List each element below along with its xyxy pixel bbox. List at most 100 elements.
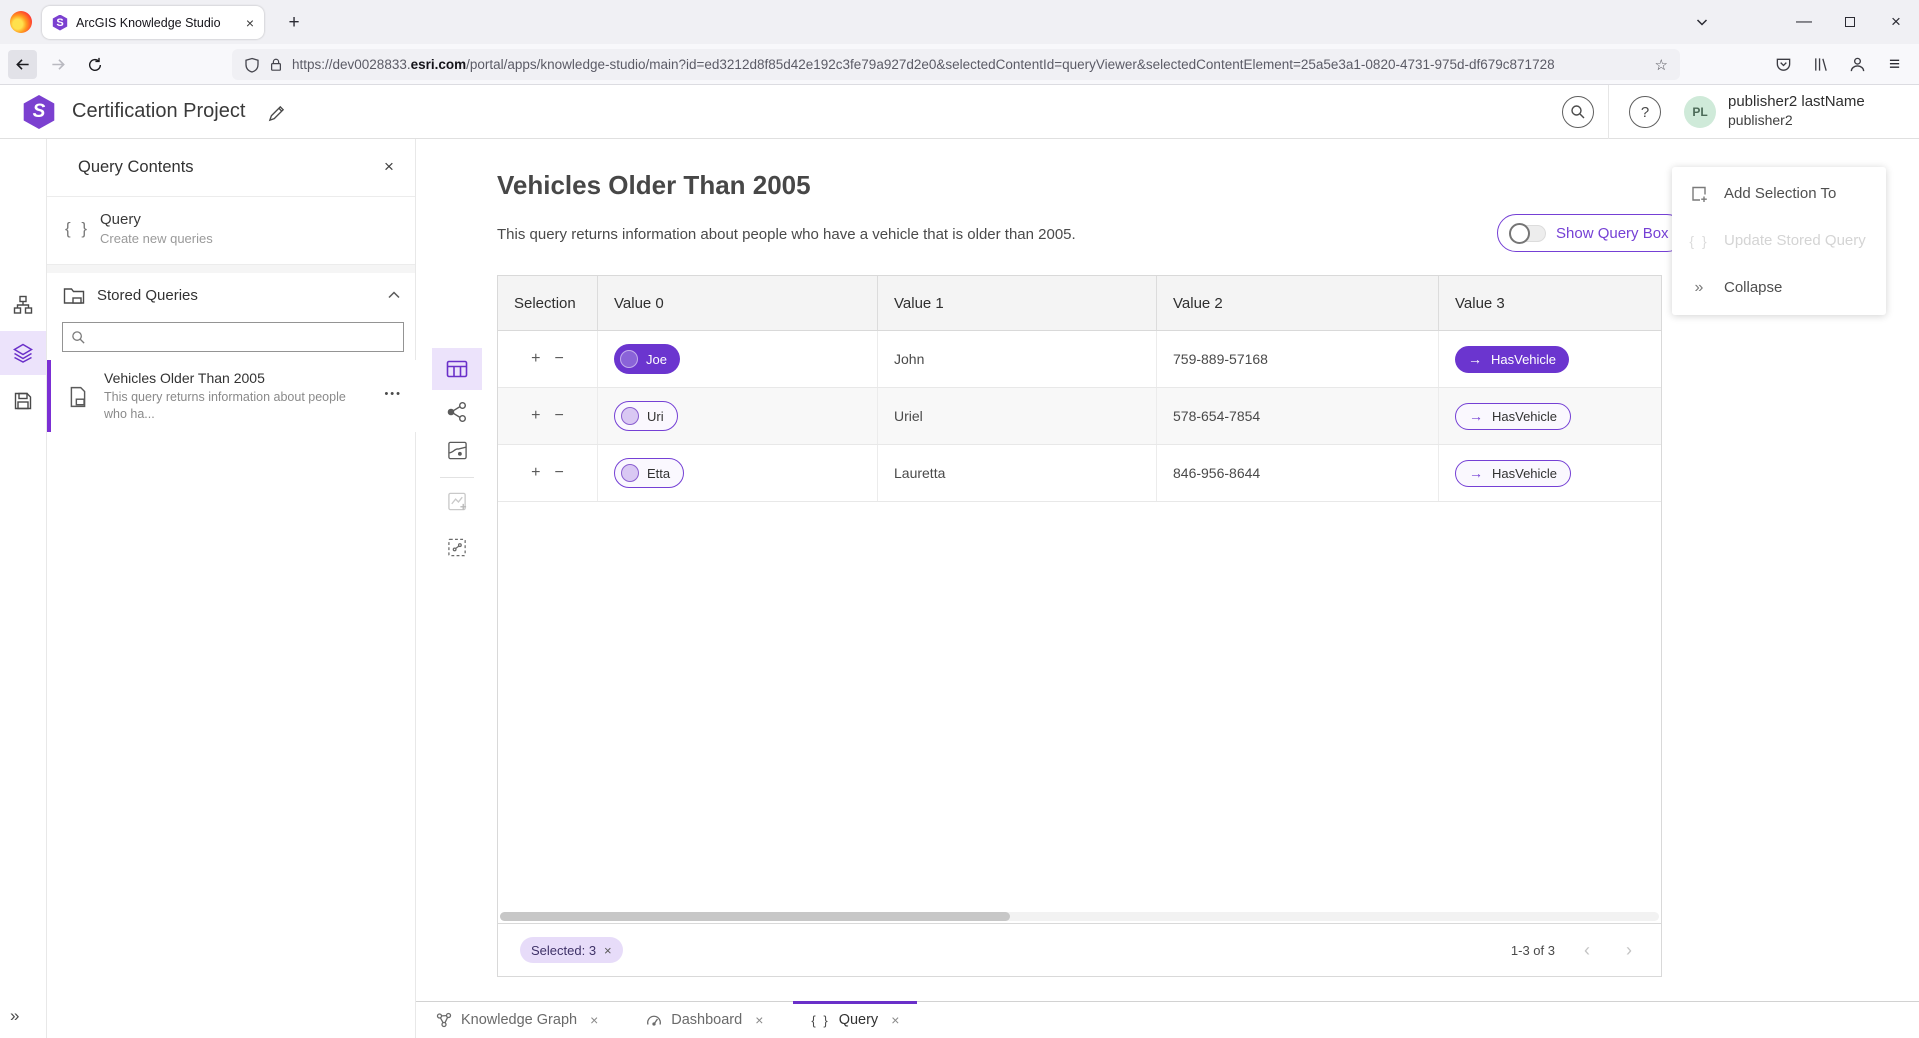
list-tabs-icon[interactable] bbox=[1679, 0, 1725, 44]
tab-knowledge-graph[interactable]: Knowledge Graph × bbox=[424, 1002, 610, 1038]
maximize-button[interactable] bbox=[1827, 0, 1873, 44]
panel-close-icon[interactable]: × bbox=[377, 155, 401, 179]
browser-toolbar: https://dev0028833.esri.com/portal/apps/… bbox=[0, 44, 1919, 85]
tab-close-icon[interactable]: × bbox=[246, 15, 254, 31]
column-header-selection[interactable]: Selection bbox=[498, 276, 598, 330]
entity-dot-icon bbox=[621, 407, 639, 425]
previous-page-button[interactable]: ‹ bbox=[1577, 940, 1597, 961]
add-to-selection-button[interactable]: + bbox=[531, 350, 540, 368]
column-header-value3[interactable]: Value 3 bbox=[1439, 276, 1663, 330]
table-row: + − Uri Uriel 578-654-7854 →HasVehicle bbox=[498, 388, 1661, 445]
user-info[interactable]: publisher2 lastName publisher2 bbox=[1728, 93, 1865, 129]
stored-query-item[interactable]: Vehicles Older Than 2005 This query retu… bbox=[47, 360, 416, 432]
entity-pill[interactable]: Uri bbox=[614, 401, 678, 431]
entity-pill[interactable]: Joe bbox=[614, 344, 680, 374]
query-item-subtitle: Create new queries bbox=[100, 231, 213, 246]
toggle-knob bbox=[1509, 223, 1530, 244]
contents-layers-icon[interactable] bbox=[12, 342, 34, 364]
toggle-switch[interactable] bbox=[1510, 225, 1546, 242]
bottom-tab-bar: Knowledge Graph × Dashboard × { } Query … bbox=[416, 1001, 1919, 1038]
new-tab-button[interactable]: + bbox=[280, 9, 308, 37]
browser-tab[interactable]: S ArcGIS Knowledge Studio × bbox=[42, 6, 264, 39]
firefox-logo-icon[interactable] bbox=[10, 11, 32, 33]
menu-item-update-stored-query: { } Update Stored Query bbox=[1672, 217, 1886, 264]
map-view-icon[interactable] bbox=[446, 439, 468, 461]
url-bar[interactable]: https://dev0028833.esri.com/portal/apps/… bbox=[232, 49, 1680, 80]
menu-item-add-selection-to[interactable]: Add Selection To bbox=[1672, 170, 1886, 217]
entity-pill[interactable]: Etta bbox=[614, 458, 684, 488]
scrollbar-thumb[interactable] bbox=[500, 912, 1010, 921]
window-close-button[interactable]: × bbox=[1873, 0, 1919, 44]
forward-button[interactable] bbox=[44, 50, 73, 79]
relationship-pill[interactable]: →HasVehicle bbox=[1455, 346, 1569, 373]
link-chart-icon[interactable] bbox=[446, 401, 468, 423]
remove-from-selection-button[interactable]: − bbox=[555, 464, 564, 482]
library-icon[interactable] bbox=[1806, 50, 1835, 79]
remove-from-selection-button[interactable]: − bbox=[555, 350, 564, 368]
column-header-value1[interactable]: Value 1 bbox=[878, 276, 1157, 330]
cell-value2: 578-654-7854 bbox=[1157, 388, 1439, 444]
item-options-icon[interactable]: ••• bbox=[384, 388, 402, 400]
pocket-icon[interactable] bbox=[1769, 50, 1798, 79]
bookmark-star-icon[interactable]: ☆ bbox=[1655, 56, 1668, 74]
table-row: + − Joe John 759-889-57168 →HasVehicle bbox=[498, 331, 1661, 388]
selected-count-chip[interactable]: Selected: 3 × bbox=[520, 937, 623, 963]
save-icon[interactable] bbox=[12, 390, 34, 412]
clear-selection-icon[interactable]: × bbox=[604, 943, 612, 958]
lock-icon[interactable] bbox=[269, 57, 283, 72]
project-title: Certification Project bbox=[72, 100, 245, 123]
remove-from-selection-button[interactable]: − bbox=[555, 407, 564, 425]
user-avatar[interactable]: PL bbox=[1684, 96, 1716, 128]
menu-icon[interactable]: ≡ bbox=[1880, 50, 1909, 79]
toolcol-divider bbox=[440, 477, 474, 478]
add-to-selection-button[interactable]: + bbox=[531, 464, 540, 482]
tab-dashboard[interactable]: Dashboard × bbox=[634, 1002, 775, 1038]
tab-query[interactable]: { } Query × bbox=[799, 1002, 911, 1038]
horizontal-scrollbar[interactable] bbox=[500, 912, 1659, 921]
query-create-item[interactable]: { } Query Create new queries bbox=[47, 197, 415, 265]
back-button[interactable] bbox=[8, 50, 37, 79]
table-view-icon[interactable] bbox=[446, 358, 468, 380]
stored-queries-search bbox=[62, 322, 404, 352]
reload-button[interactable] bbox=[80, 50, 109, 79]
tab-close-icon[interactable]: × bbox=[590, 1012, 598, 1028]
column-header-value0[interactable]: Value 0 bbox=[598, 276, 878, 330]
query-contents-panel: Query Contents × { } Query Create new qu… bbox=[47, 139, 416, 1038]
braces-icon: { } bbox=[1689, 233, 1709, 249]
data-model-icon[interactable] bbox=[12, 294, 34, 316]
minimize-button[interactable]: — bbox=[1781, 0, 1827, 44]
show-query-box-toggle[interactable]: Show Query Box bbox=[1497, 214, 1686, 252]
help-button[interactable]: ? bbox=[1629, 96, 1661, 128]
table-row: + − Etta Lauretta 846-956-8644 →HasVehic… bbox=[498, 445, 1661, 502]
expand-rail-icon[interactable]: » bbox=[10, 1006, 19, 1026]
add-to-map-icon bbox=[446, 490, 468, 512]
query-description: This query returns information about peo… bbox=[497, 226, 1076, 243]
new-selection-icon[interactable] bbox=[446, 536, 468, 558]
show-query-box-label: Show Query Box bbox=[1556, 225, 1669, 242]
tab-close-icon[interactable]: × bbox=[891, 1012, 899, 1028]
column-header-value2[interactable]: Value 2 bbox=[1157, 276, 1439, 330]
entity-dot-icon bbox=[620, 350, 638, 368]
menu-item-collapse[interactable]: » Collapse bbox=[1672, 264, 1886, 311]
context-menu: Add Selection To { } Update Stored Query… bbox=[1672, 167, 1886, 315]
edit-title-icon[interactable] bbox=[264, 101, 288, 125]
account-icon[interactable] bbox=[1843, 50, 1872, 79]
search-button[interactable] bbox=[1562, 96, 1594, 128]
tracking-shield-icon[interactable] bbox=[244, 57, 260, 73]
stored-query-icon bbox=[68, 386, 88, 408]
selected-count-label: Selected: 3 bbox=[531, 943, 596, 958]
results-table: Selection Value 0 Value 1 Value 2 Value … bbox=[497, 275, 1662, 977]
relationship-pill[interactable]: →HasVehicle bbox=[1455, 460, 1571, 487]
browser-tabstrip: S ArcGIS Knowledge Studio × + — × bbox=[0, 0, 1919, 44]
window-controls: — × bbox=[1679, 0, 1919, 44]
add-to-selection-button[interactable]: + bbox=[531, 407, 540, 425]
knowledge-graph-icon bbox=[436, 1012, 452, 1028]
relationship-pill[interactable]: →HasVehicle bbox=[1455, 403, 1571, 430]
pagination-label: 1-3 of 3 bbox=[1511, 943, 1555, 958]
collapse-section-icon[interactable] bbox=[385, 286, 403, 304]
search-input[interactable] bbox=[93, 330, 395, 345]
tab-close-icon[interactable]: × bbox=[755, 1012, 763, 1028]
cell-value2: 846-956-8644 bbox=[1157, 445, 1439, 501]
next-page-button[interactable]: › bbox=[1619, 940, 1639, 961]
user-subtitle: publisher2 bbox=[1728, 112, 1865, 130]
